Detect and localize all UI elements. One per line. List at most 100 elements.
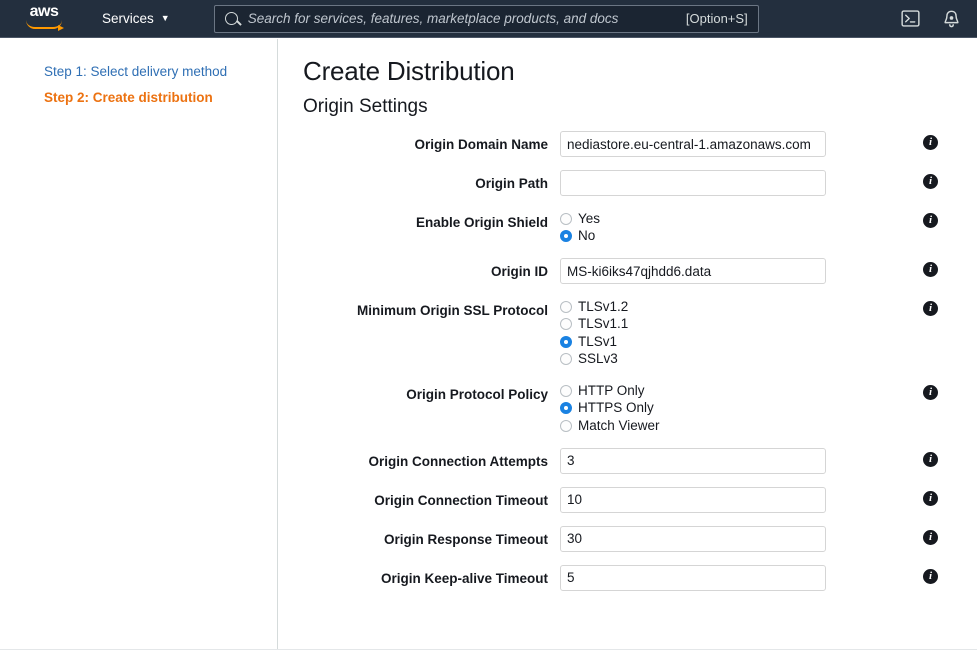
info-icon[interactable]: i (923, 530, 938, 545)
radio-origin-protocol-policy-match-viewer[interactable]: Match Viewer (560, 417, 826, 435)
radio-label: TLSv1.1 (578, 317, 628, 331)
radio-origin-protocol-policy-https-only[interactable]: HTTPS Only (560, 400, 826, 418)
input-origin-id[interactable] (560, 258, 826, 284)
radio-button-icon[interactable] (560, 230, 572, 242)
origin-settings-form: Origin Domain Name i Origin Path i Enable Or… (279, 131, 977, 591)
label-minimum-origin-ssl-protocol: Minimum Origin SSL Protocol (279, 297, 548, 319)
chevron-down-icon: ▼ (161, 14, 170, 23)
radio-button-icon[interactable] (560, 420, 572, 432)
info-icon[interactable]: i (923, 174, 938, 189)
info-icon[interactable]: i (923, 213, 938, 228)
input-origin-path[interactable] (560, 170, 826, 196)
radio-label: No (578, 229, 595, 243)
radio-button-icon[interactable] (560, 318, 572, 330)
radio-label: Yes (578, 212, 600, 226)
info-cell-enable-origin-shield: i (923, 209, 938, 228)
label-enable-origin-shield: Enable Origin Shield (279, 209, 548, 231)
form-row-origin-path: Origin Path i (279, 170, 977, 196)
control-origin-id (560, 258, 826, 284)
services-menu-label: Services (102, 11, 154, 26)
info-cell-minimum-origin-ssl-protocol: i (923, 297, 938, 316)
radio-button-icon[interactable] (560, 336, 572, 348)
control-origin-connection-timeout (560, 487, 826, 513)
radio-label: TLSv1 (578, 335, 617, 349)
form-row-origin-connection-timeout: Origin Connection Timeouti (279, 487, 977, 513)
cloudshell-terminal-icon[interactable] (901, 9, 920, 28)
input-origin-domain-name[interactable] (560, 131, 826, 157)
services-menu-button[interactable]: Services ▼ (98, 0, 174, 38)
radio-button-icon[interactable] (560, 301, 572, 313)
radio-button-icon[interactable] (560, 213, 572, 225)
info-cell-origin-domain-name: i (923, 131, 938, 150)
control-enable-origin-shield: Yes No (560, 209, 826, 245)
radio-button-icon[interactable] (560, 402, 572, 414)
info-cell-origin-keep-alive-timeout: i (923, 565, 938, 584)
control-origin-response-timeout (560, 526, 826, 552)
radio-minimum-origin-ssl-protocol-sslv3[interactable]: SSLv3 (560, 351, 826, 369)
info-icon[interactable]: i (923, 262, 938, 277)
radio-origin-protocol-policy-http-only[interactable]: HTTP Only (560, 382, 826, 400)
control-minimum-origin-ssl-protocol: TLSv1.2 TLSv1.1 TLSv1 SSLv3 (560, 297, 826, 368)
info-cell-origin-protocol-policy: i (923, 381, 938, 400)
form-row-origin-protocol-policy: Origin Protocol Policy HTTP OnlyHTTPS Onl… (279, 381, 977, 435)
input-origin-connection-timeout[interactable] (560, 487, 826, 513)
control-origin-connection-attempts (560, 448, 826, 474)
control-origin-protocol-policy: HTTP OnlyHTTPS Only Match Viewer (560, 381, 826, 435)
form-row-minimum-origin-ssl-protocol: Minimum Origin SSL ProtocolTLSv1.2TLSv1.… (279, 297, 977, 368)
search-input[interactable] (248, 11, 678, 26)
label-origin-protocol-policy: Origin Protocol Policy (279, 381, 548, 403)
label-origin-id: Origin ID (279, 258, 548, 280)
info-cell-origin-connection-attempts: i (923, 448, 938, 467)
label-origin-domain-name: Origin Domain Name (279, 131, 548, 153)
page-title: Create Distribution (303, 56, 977, 87)
info-icon[interactable]: i (923, 452, 938, 467)
input-origin-response-timeout[interactable] (560, 526, 826, 552)
radio-label: Match Viewer (578, 419, 660, 433)
label-origin-connection-attempts: Origin Connection Attempts (279, 448, 548, 470)
aws-logo-text: aws (22, 4, 66, 20)
info-icon[interactable]: i (923, 569, 938, 584)
control-origin-keep-alive-timeout (560, 565, 826, 591)
radio-minimum-origin-ssl-protocol-tlsv1-2[interactable]: TLSv1.2 (560, 298, 826, 316)
main-content-panel: Create Distribution Origin Settings Orig… (279, 39, 977, 650)
aws-logo-smile (26, 20, 62, 29)
radio-label: TLSv1.2 (578, 300, 628, 314)
control-origin-domain-name (560, 131, 826, 157)
form-row-origin-connection-attempts: Origin Connection Attempts i (279, 448, 977, 474)
radio-button-icon[interactable] (560, 385, 572, 397)
radio-enable-origin-shield-no[interactable]: No (560, 228, 826, 246)
label-origin-response-timeout: Origin Response Timeout (279, 526, 548, 548)
search-shortcut-hint: [Option+S] (686, 11, 748, 26)
radio-group-enable-origin-shield: Yes No (560, 209, 826, 245)
aws-logo-icon[interactable]: aws (22, 4, 66, 34)
form-row-origin-id: Origin ID i (279, 258, 977, 284)
info-icon[interactable]: i (923, 385, 938, 400)
radio-minimum-origin-ssl-protocol-tlsv1[interactable]: TLSv1 (560, 333, 826, 351)
input-origin-connection-attempts[interactable] (560, 448, 826, 474)
radio-enable-origin-shield-yes[interactable]: Yes (560, 210, 826, 228)
radio-minimum-origin-ssl-protocol-tlsv1-1[interactable]: TLSv1.1 (560, 316, 826, 334)
info-cell-origin-connection-timeout: i (923, 487, 938, 506)
radio-group-origin-protocol-policy: HTTP OnlyHTTPS Only Match Viewer (560, 381, 826, 435)
input-origin-keep-alive-timeout[interactable] (560, 565, 826, 591)
info-cell-origin-path: i (923, 170, 938, 189)
radio-button-icon[interactable] (560, 353, 572, 365)
form-row-origin-response-timeout: Origin Response Timeout i (279, 526, 977, 552)
section-title-origin-settings: Origin Settings (303, 96, 977, 118)
info-icon[interactable]: i (923, 135, 938, 150)
nav-right-actions (901, 9, 961, 29)
label-origin-path: Origin Path (279, 170, 548, 192)
info-icon[interactable]: i (923, 301, 938, 316)
global-search-box[interactable]: [Option+S] (214, 5, 759, 33)
form-row-origin-domain-name: Origin Domain Name i (279, 131, 977, 157)
sidebar-step-1-select-delivery-method[interactable]: Step 1: Select delivery method (0, 59, 277, 85)
wizard-steps-sidebar: Step 1: Select delivery method Step 2: C… (0, 39, 278, 650)
sidebar-step-2-create-distribution[interactable]: Step 2: Create distribution (0, 85, 277, 111)
form-row-origin-keep-alive-timeout: Origin Keep-alive Timeout i (279, 565, 977, 591)
bell-icon[interactable] (942, 9, 961, 29)
radio-label: HTTPS Only (578, 401, 654, 415)
label-origin-keep-alive-timeout: Origin Keep-alive Timeout (279, 565, 548, 587)
info-icon[interactable]: i (923, 491, 938, 506)
search-icon (225, 12, 238, 25)
radio-label: SSLv3 (578, 352, 618, 366)
